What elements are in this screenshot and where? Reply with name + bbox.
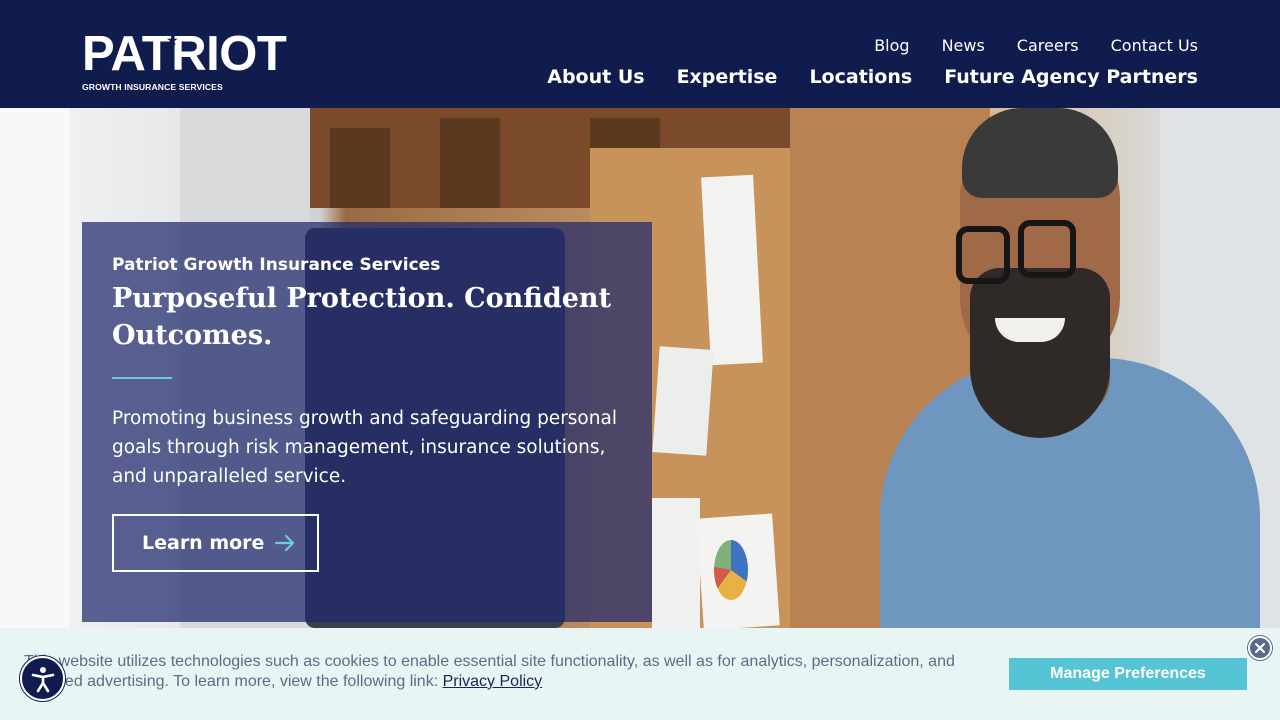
hero-photo-shelf-compartment [330,128,390,208]
hero-title: Purposeful Protection. Confident Outcome… [112,283,612,351]
nav-link-expertise[interactable]: Expertise [677,64,778,90]
hero-photo-shelf-compartment [440,118,500,208]
nav-link-blog[interactable]: Blog [874,36,909,56]
hero-divider [112,377,172,379]
accessibility-icon [31,666,54,692]
main-nav: About Us Expertise Locations Future Agen… [547,64,1198,90]
hero-section: Patriot Growth Insurance Services Purpos… [0,108,1280,628]
hero-photo-paper [652,346,714,456]
hero-photo-pie-chart [714,540,748,600]
nav-link-locations[interactable]: Locations [809,64,912,90]
learn-more-label: Learn more [142,532,265,554]
logo-star-icon: ★ [166,33,179,49]
site-header: PATRIOT ★ GROWTH INSURANCE SERVICES Blog… [0,0,1280,108]
arrow-right-icon [275,534,295,552]
cookie-banner: This website utilizes technologies such … [0,628,1280,720]
hero-photo-paper [652,498,700,628]
nav-link-careers[interactable]: Careers [1017,36,1079,56]
nav-link-news[interactable]: News [942,36,985,56]
close-icon [1255,643,1265,653]
hero-photo-glasses-right [1018,220,1076,278]
nav-link-future-agency-partners[interactable]: Future Agency Partners [944,64,1198,90]
learn-more-button[interactable]: Learn more [112,514,319,572]
privacy-policy-link[interactable]: Privacy Policy [443,673,543,690]
nav-link-contact-us[interactable]: Contact Us [1111,36,1198,56]
manage-preferences-button[interactable]: Manage Preferences [1009,658,1247,690]
hero-eyebrow: Patriot Growth Insurance Services [112,255,441,275]
hero-photo-paper [701,174,763,366]
hero-photo-person-beard [970,268,1110,438]
hero-photo-window [0,108,70,628]
hero-card: Patriot Growth Insurance Services Purpos… [82,222,652,622]
logo-subtitle: GROWTH INSURANCE SERVICES [82,82,223,92]
hero-photo-glasses-left [956,226,1010,284]
nav-link-about-us[interactable]: About Us [547,64,644,90]
patriot-logo[interactable]: PATRIOT ★ GROWTH INSURANCE SERVICES [82,30,287,94]
utility-nav: Blog News Careers Contact Us [874,36,1198,56]
hero-photo-person-hair [962,108,1118,198]
cookie-text: This website utilizes technologies such … [24,652,974,692]
accessibility-button[interactable] [20,656,65,701]
close-cookie-button[interactable] [1248,636,1272,660]
logo-wordmark: PATRIOT [82,27,287,81]
hero-description: Promoting business growth and safeguardi… [112,408,617,487]
